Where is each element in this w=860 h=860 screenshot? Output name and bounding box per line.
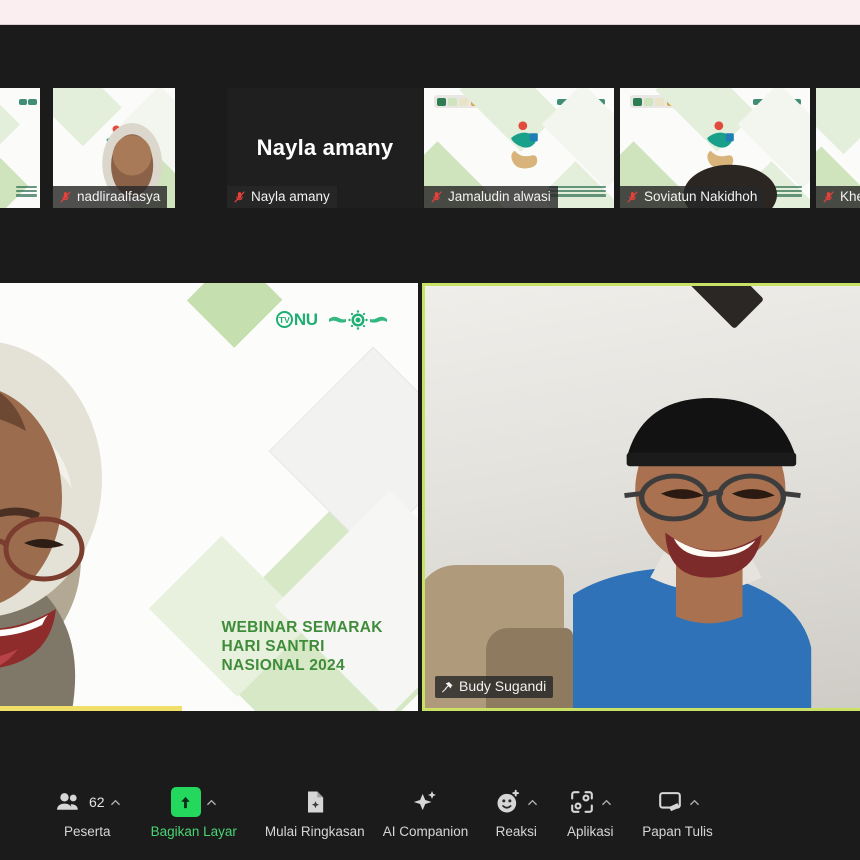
chevron-up-icon[interactable] — [527, 797, 538, 808]
microphone-off-icon — [60, 190, 71, 203]
summary-doc-icon — [307, 791, 323, 813]
filmstrip-tile-partial-left[interactable] — [0, 88, 40, 208]
webinar-title: WEBINAR SEMARAK HARI SANTRI NASIONAL 202… — [222, 618, 383, 675]
participant-name-text: Jamaludin alwasi — [448, 189, 551, 204]
participant-name-text: Soviatun Nakidhoh — [644, 189, 758, 204]
toolbar-participants-label: Peserta — [64, 824, 111, 839]
participant-name-badge: nadliraalfasya — [53, 186, 168, 208]
toolbar-summary[interactable]: Mulai Ringkasan — [265, 782, 365, 839]
filmstrip-tile-partial-right[interactable]: Khe — [816, 88, 860, 208]
toolbar-ai-companion[interactable]: AI Companion — [382, 782, 469, 839]
toolbar-reactions-label: Reaksi — [495, 824, 537, 839]
slide-footer-text — [16, 182, 38, 201]
filmstrip-tile-nayla-amany[interactable]: Nayla amany Nayla amany — [227, 88, 423, 208]
presenter-person — [0, 342, 102, 711]
participant-name-text: nadliraalfasya — [77, 189, 161, 204]
participant-count: 62 — [89, 794, 105, 810]
tv-mark-icon: TV NU — [275, 309, 318, 330]
participant-name-badge: Soviatun Nakidhoh — [620, 186, 765, 208]
main-tile-presenter[interactable]: TV NU WEBINAR SEMARAK HARI SANTRI NASION… — [0, 283, 418, 711]
chevron-up-icon[interactable] — [689, 797, 700, 808]
toolbar-reactions[interactable]: Reaksi — [490, 782, 542, 839]
main-tile-budy-sugandi[interactable]: Budy Sugandi — [422, 283, 860, 711]
filmstrip-tile-soviatun-nakidhoh[interactable]: Soviatun Nakidhoh — [620, 88, 810, 208]
top-system-band — [0, 0, 860, 25]
filmstrip-tile-jamaludin-alwasi[interactable]: Jamaludin alwasi — [424, 88, 614, 208]
toolbar-summary-label: Mulai Ringkasan — [264, 824, 365, 839]
webinar-title-line2: HARI SANTRI — [221, 637, 325, 655]
room-background — [425, 286, 860, 708]
chevron-up-icon[interactable] — [206, 797, 217, 808]
toolbar-share-screen-label: Bagikan Layar — [150, 824, 237, 839]
participant-name-badge: Khe — [816, 186, 860, 208]
participant-name-badge: Nayla amany — [227, 186, 337, 208]
microphone-off-icon — [627, 190, 638, 203]
webinar-title-line1: WEBINAR SEMARAK — [221, 618, 383, 636]
participants-icon — [57, 793, 78, 810]
toolbar-whiteboard-label: Papan Tulis — [642, 824, 713, 839]
participant-name-text: Budy Sugandi — [459, 678, 547, 694]
participant-name-text: Nayla amany — [251, 189, 330, 204]
slide-logos — [13, 96, 37, 107]
main-video-stage: TV NU WEBINAR SEMARAK HARI SANTRI NASION… — [0, 283, 860, 715]
apps-icon — [571, 791, 594, 813]
microphone-off-icon — [234, 190, 245, 203]
webinar-virtual-background: TV NU WEBINAR SEMARAK HARI SANTRI NASION… — [0, 283, 418, 711]
nu-logo-text: NU — [293, 309, 318, 329]
budy-sugandi-video: Budy Sugandi — [425, 286, 860, 708]
slide-footer-text — [549, 182, 607, 201]
budy-sugandi-person — [572, 397, 812, 708]
toolbar-whiteboard[interactable]: Papan Tulis — [642, 782, 713, 839]
toolbar-ai-companion-label: AI Companion — [382, 824, 469, 839]
microphone-off-icon — [823, 190, 834, 203]
zoom-meeting-window: nadliraalfasya Nayla amany Nayla amany J… — [0, 0, 860, 860]
tv-ring-icon: TV — [275, 311, 293, 329]
toolbar-apps[interactable]: Aplikasi — [564, 782, 616, 839]
participant-display-name: Nayla amany — [256, 135, 394, 160]
participant-name-badge: Budy Sugandi — [435, 676, 554, 698]
whiteboard-icon — [658, 792, 681, 812]
webinar-title-line3: NASIONAL 2024 — [221, 656, 345, 674]
toolbar-share-screen[interactable]: Bagikan Layar — [151, 782, 237, 839]
toolbar-apps-label: Aplikasi — [567, 824, 614, 839]
tvnu-logo: TV NU — [275, 309, 389, 331]
chevron-up-icon[interactable] — [110, 797, 121, 808]
presenter-video: TV NU WEBINAR SEMARAK HARI SANTRI NASION… — [0, 283, 418, 711]
toolbar-participants[interactable]: 62 Peserta — [54, 782, 121, 839]
sparkle-icon — [414, 791, 437, 811]
pin-icon — [442, 681, 453, 692]
filmstrip-tile-nadliraalfasya[interactable]: nadliraalfasya — [53, 88, 175, 208]
participant-name-badge: Jamaludin alwasi — [424, 186, 558, 208]
virtual-background-slide — [0, 88, 40, 208]
nu-emblem-icon — [328, 309, 387, 330]
mascot-illustration — [510, 121, 538, 169]
microphone-off-icon — [431, 190, 442, 203]
chevron-up-icon[interactable] — [601, 797, 612, 808]
participant-filmstrip[interactable]: nadliraalfasya Nayla amany Nayla amany J… — [0, 26, 860, 208]
share-screen-icon — [170, 787, 201, 817]
participant-name-text: Khe — [840, 189, 860, 204]
active-speaker-underline — [0, 706, 182, 711]
smiley-reaction-icon — [497, 789, 520, 813]
meeting-toolbar[interactable]: 62 Peserta Bagikan Layar Mulai Ringkasan… — [0, 774, 860, 860]
